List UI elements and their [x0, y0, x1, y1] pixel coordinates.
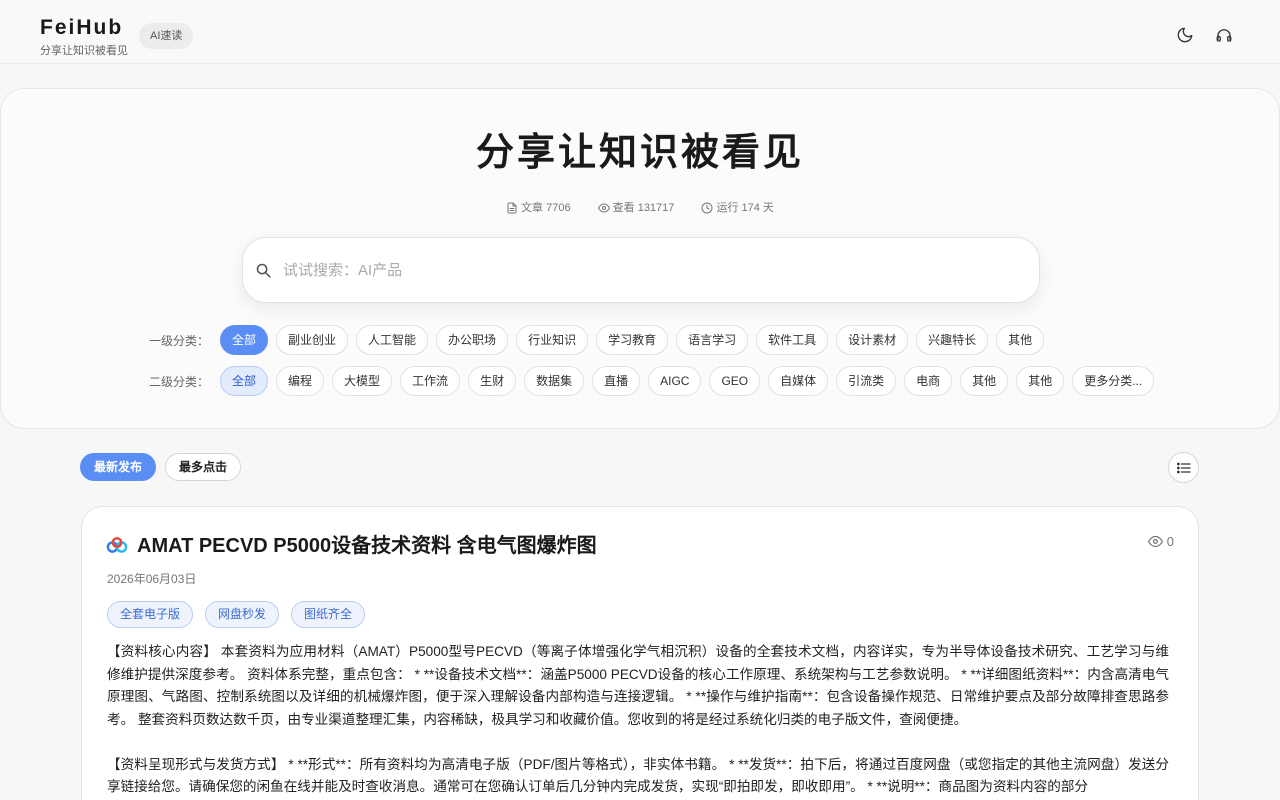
level2-chip[interactable]: 其他: [960, 366, 1009, 396]
level2-chip[interactable]: 其他: [1016, 366, 1065, 396]
sort-popular-button[interactable]: 最多点击: [165, 453, 242, 481]
level2-chip[interactable]: 引流类: [836, 366, 897, 396]
excerpt-paragraph: 【资料呈现形式与发货方式】 * **形式**：所有资料均为高清电子版（PDF/图…: [107, 756, 1169, 795]
level2-chip[interactable]: 数据集: [524, 366, 585, 396]
level2-chip[interactable]: 大模型: [332, 366, 393, 396]
level2-chip[interactable]: AIGC: [648, 366, 702, 396]
level1-chip[interactable]: 兴趣特长: [916, 325, 989, 355]
article-card[interactable]: AMAT PECVD P5000设备技术资料 含电气图爆炸图 0 2026年06…: [81, 506, 1199, 800]
stat-views: 查看 131717: [597, 201, 675, 215]
level2-chip[interactable]: 编程: [276, 366, 325, 396]
article-tag[interactable]: 全套电子版: [107, 601, 194, 628]
clock-icon: [701, 202, 713, 214]
level2-chip[interactable]: 生财: [468, 366, 517, 396]
level1-chip[interactable]: 副业创业: [276, 325, 349, 355]
level2-chip[interactable]: 全部: [220, 366, 269, 396]
level1-chip[interactable]: 语言学习: [676, 325, 749, 355]
hero-panel: 分享让知识被看见 文章 7706 查看 131717 运行 174 天 一级分类…: [0, 88, 1280, 429]
search-box: [242, 237, 1040, 303]
eye-icon: [597, 203, 610, 213]
article-tag[interactable]: 网盘秒发: [205, 601, 280, 628]
level2-chip[interactable]: 电商: [904, 366, 953, 396]
level2-chips: 全部 编程 大模型 工作流 生财 数据集 直播 AIGC GEO 自媒体 引流类 电商 其他 其他 更多分类…: [220, 366, 1162, 396]
article-tag[interactable]: 图纸齐全: [291, 601, 366, 628]
level1-chip[interactable]: 办公职场: [436, 325, 509, 355]
ai-quick-read-badge[interactable]: AI速读: [139, 23, 194, 49]
level1-chips: 全部 副业创业 人工智能 办公职场 行业知识 学习教育 语言学习 软件工具 设计素材 兴趣特长 其他: [220, 325, 1052, 355]
level1-chip[interactable]: 全部: [220, 325, 269, 355]
moon-icon[interactable]: [1176, 26, 1194, 44]
search-icon[interactable]: [255, 262, 272, 279]
sort-latest-button[interactable]: 最新发布: [80, 453, 157, 481]
level2-chip[interactable]: GEO: [709, 366, 761, 396]
article-views: 0: [1147, 534, 1174, 549]
brand-name[interactable]: FeiHub: [40, 16, 128, 40]
baidu-netdisk-icon: [106, 537, 128, 553]
level2-chip[interactable]: 工作流: [400, 366, 461, 396]
article-date: 2026年06月03日: [107, 572, 197, 586]
site-stats: 文章 7706 查看 131717 运行 174 天: [1, 201, 1279, 218]
search-input[interactable]: [283, 254, 1003, 286]
stat-uptime-text: 运行 174 天: [716, 202, 774, 214]
document-icon: [507, 202, 517, 214]
level2-category-row: 二级分类： 全部 编程 大模型 工作流 生财 数据集 直播 AIGC GEO 自媒体 引流类 电商 其他…: [149, 366, 1162, 396]
level1-chip[interactable]: 其他: [996, 325, 1045, 355]
eye-icon: [1147, 535, 1163, 548]
article-tags: 全套电子版 网盘秒发 图纸齐全: [107, 601, 377, 628]
level1-category-row: 一级分类： 全部 副业创业 人工智能 办公职场 行业知识 学习教育 语言学习 软件工具 设计素材…: [149, 325, 1052, 355]
stat-articles-text: 文章 7706: [521, 202, 571, 214]
level1-chip[interactable]: 设计素材: [836, 325, 909, 355]
level2-chip[interactable]: 直播: [592, 366, 641, 396]
list-view-button[interactable]: [1168, 452, 1199, 483]
article-excerpt: 【资料核心内容】 本套资料为应用材料（AMAT）P5000型号PECVD（等离子…: [107, 641, 1169, 799]
headphones-icon[interactable]: [1215, 26, 1233, 44]
stat-articles: 文章 7706: [506, 201, 571, 215]
article-title[interactable]: AMAT PECVD P5000设备技术资料 含电气图爆炸图: [137, 533, 597, 559]
level1-label: 一级分类：: [149, 333, 210, 348]
excerpt-paragraph: 【资料核心内容】 本套资料为应用材料（AMAT）P5000型号PECVD（等离子…: [107, 644, 1169, 727]
level1-chip[interactable]: 软件工具: [756, 325, 829, 355]
level2-label: 二级分类：: [149, 374, 210, 389]
brand-tagline: 分享让知识被看见: [40, 45, 128, 57]
level2-chip[interactable]: 自媒体: [768, 366, 829, 396]
stat-uptime: 运行 174 天: [701, 201, 774, 215]
top-header: FeiHub 分享让知识被看见 AI速读: [0, 0, 1280, 64]
level1-chip[interactable]: 人工智能: [356, 325, 429, 355]
level2-chip[interactable]: 更多分类...: [1072, 366, 1155, 396]
stat-views-text: 查看 131717: [612, 202, 675, 214]
article-view-count: 0: [1166, 534, 1174, 549]
list-icon: [1177, 462, 1191, 474]
hero-title: 分享让知识被看见: [475, 132, 804, 174]
level1-chip[interactable]: 行业知识: [516, 325, 589, 355]
brand[interactable]: FeiHub 分享让知识被看见: [40, 16, 128, 58]
level1-chip[interactable]: 学习教育: [596, 325, 669, 355]
